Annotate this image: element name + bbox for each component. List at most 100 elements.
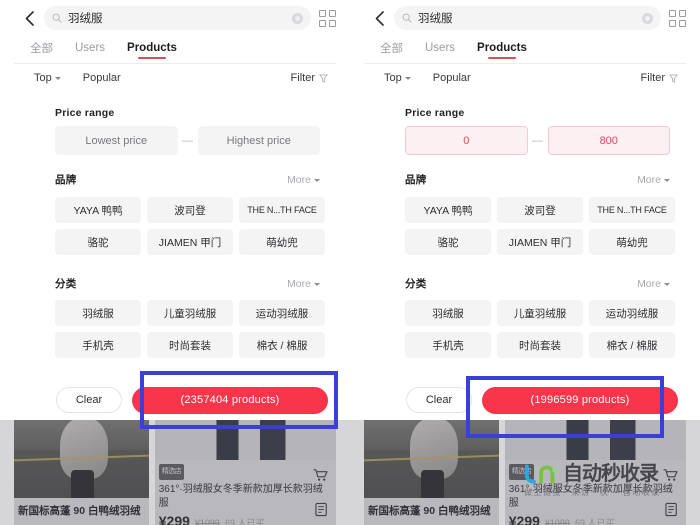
grid-cell: [679, 9, 686, 17]
product-caption: 新国标高蓬 90 白鸭绒羽绒: [18, 505, 141, 517]
clear-circle-icon[interactable]: [292, 12, 303, 24]
back-chevron-icon[interactable]: [22, 8, 36, 28]
brand-chip[interactable]: YAYA 鸭鸭: [405, 197, 491, 223]
brand-chip[interactable]: 骆驼: [405, 229, 491, 255]
category-chip[interactable]: 棉衣 / 棉服: [239, 332, 325, 358]
brand-chip[interactable]: 波司登: [497, 197, 583, 223]
shopping-cart-icon[interactable]: [663, 468, 678, 487]
brand-chip[interactable]: YAYA 鸭鸭: [55, 197, 141, 223]
sort-top-dropdown[interactable]: Top: [34, 72, 61, 84]
search-icon: [52, 13, 62, 23]
category-more-button[interactable]: More: [637, 278, 670, 290]
price-range-row-after: 0 — 800: [405, 126, 670, 155]
category-section-header: 分类 More: [55, 276, 320, 291]
grid-cell: [669, 19, 676, 27]
filter-button[interactable]: Filter: [641, 72, 678, 84]
tab-all[interactable]: 全部: [380, 40, 403, 59]
product-preview-strip-before: 新国标高蓬 90 白鸭绒羽绒 精选店 361°·羽绒服女冬季新款加厚长款羽绒服 …: [0, 420, 350, 525]
note-edit-icon[interactable]: [315, 502, 330, 522]
min-price-input[interactable]: 0: [405, 126, 528, 155]
search-header-before: 羽绒服: [0, 0, 350, 36]
product-card-info[interactable]: 精选店 361°·羽绒服女冬季新款加厚长款羽绒服 ¥299 ¥1099 69 人…: [154, 420, 336, 525]
category-chip[interactable]: 羽绒服: [55, 300, 141, 326]
sort-popular[interactable]: Popular: [433, 72, 471, 84]
grid-view-icon[interactable]: [669, 9, 686, 27]
sort-bar-after: Top Popular Filter: [350, 66, 700, 90]
sort-top-label: Top: [384, 72, 402, 84]
product-count-button-before[interactable]: (2357404 products): [132, 386, 328, 414]
price-range-title: Price range: [405, 107, 465, 119]
tab-users[interactable]: Users: [75, 42, 105, 57]
sort-top-dropdown[interactable]: Top: [384, 72, 411, 84]
brand-chip[interactable]: JIAMEN 甲门: [147, 229, 233, 255]
search-input-after[interactable]: 羽绒服: [394, 6, 661, 30]
brand-chip[interactable]: THE N...TH FACE: [589, 197, 675, 223]
tab-all[interactable]: 全部: [30, 40, 53, 59]
brand-chip[interactable]: JIAMEN 甲门: [497, 229, 583, 255]
product-price-current: ¥299: [508, 513, 540, 525]
category-more-button[interactable]: More: [287, 278, 320, 290]
clear-circle-icon[interactable]: [642, 12, 653, 24]
product-sold-count: 69 人已买: [224, 518, 265, 525]
tab-bar-after: 全部 Users Products: [350, 36, 700, 62]
product-price-line: ¥299 ¥1099 69 人已买: [509, 513, 680, 525]
chevron-down-icon: [314, 282, 320, 286]
min-price-input[interactable]: Lowest price: [55, 126, 178, 155]
brand-chip-grid-before: YAYA 鸭鸭 波司登 THE N...TH FACE 骆驼 JIAMEN 甲门…: [55, 197, 325, 255]
product-sold-count: 69 人已买: [574, 518, 615, 525]
price-range-title: Price range: [55, 107, 115, 119]
brand-more-button[interactable]: More: [287, 174, 320, 186]
product-card-info[interactable]: 精选店 361°·羽绒服女冬季新款加厚长款羽绒服 ¥299 ¥1099 69 人…: [504, 420, 686, 525]
max-price-input[interactable]: 800: [547, 126, 670, 155]
filter-button[interactable]: Filter: [291, 72, 328, 84]
back-chevron-icon[interactable]: [372, 8, 386, 28]
funnel-icon: [669, 73, 678, 83]
brand-chip[interactable]: THE N...TH FACE: [239, 197, 325, 223]
sort-popular[interactable]: Popular: [83, 72, 121, 84]
product-card-photo[interactable]: 新国标高蓬 90 白鸭绒羽绒: [364, 420, 499, 525]
brand-chip[interactable]: 骆驼: [55, 229, 141, 255]
brand-chip[interactable]: 萌幼兜: [589, 229, 675, 255]
clear-button[interactable]: Clear: [56, 387, 122, 413]
shopping-cart-icon[interactable]: [313, 468, 328, 487]
category-chip[interactable]: 手机壳: [405, 332, 491, 358]
category-chip[interactable]: 运动羽绒服: [589, 300, 675, 326]
tab-products[interactable]: Products: [477, 42, 527, 57]
note-edit-icon[interactable]: [665, 502, 680, 522]
product-photo-secondary: [154, 420, 336, 460]
category-chip[interactable]: 儿童羽绒服: [147, 300, 233, 326]
filter-label: Filter: [290, 72, 315, 84]
category-title: 分类: [405, 278, 427, 290]
category-chip[interactable]: 棉衣 / 棉服: [589, 332, 675, 358]
category-chip[interactable]: 时尚套装: [497, 332, 583, 358]
category-chip[interactable]: 时尚套装: [147, 332, 233, 358]
category-chip[interactable]: 运动羽绒服: [239, 300, 325, 326]
category-chip[interactable]: 儿童羽绒服: [497, 300, 583, 326]
price-range-row-before: Lowest price — Highest price: [55, 126, 320, 155]
search-header-after: 羽绒服: [350, 0, 700, 36]
category-section-header: 分类 More: [405, 276, 670, 291]
brand-chip[interactable]: 萌幼兜: [239, 229, 325, 255]
brand-title: 品牌: [405, 174, 427, 186]
product-title-row: 精选店 361°·羽绒服女冬季新款加厚长款羽绒服: [158, 464, 330, 511]
product-price-current: ¥299: [158, 513, 190, 525]
clear-button[interactable]: Clear: [406, 387, 472, 413]
filter-panel-after: 羽绒服 全部 Users Products Top Popular Filter: [350, 0, 700, 525]
category-chip[interactable]: 羽绒服: [405, 300, 491, 326]
product-card-photo[interactable]: 新国标高蓬 90 白鸭绒羽绒: [14, 420, 149, 525]
product-title-row: 精选店 361°·羽绒服女冬季新款加厚长款羽绒服: [508, 464, 680, 511]
search-icon: [402, 13, 412, 23]
category-chip[interactable]: 手机壳: [55, 332, 141, 358]
search-input-before[interactable]: 羽绒服: [44, 6, 311, 30]
tab-products[interactable]: Products: [127, 42, 177, 57]
brand-section-header: 品牌 More: [405, 172, 670, 187]
product-count-button-after[interactable]: (1996599 products): [482, 386, 678, 414]
brand-chip[interactable]: 波司登: [147, 197, 233, 223]
search-query-text: 羽绒服: [418, 13, 453, 25]
brand-more-button[interactable]: More: [637, 174, 670, 186]
product-photo: [364, 420, 499, 498]
tab-users[interactable]: Users: [425, 42, 455, 57]
max-price-input[interactable]: Highest price: [197, 126, 320, 155]
grid-view-icon[interactable]: [319, 9, 336, 27]
category-title: 分类: [55, 278, 77, 290]
